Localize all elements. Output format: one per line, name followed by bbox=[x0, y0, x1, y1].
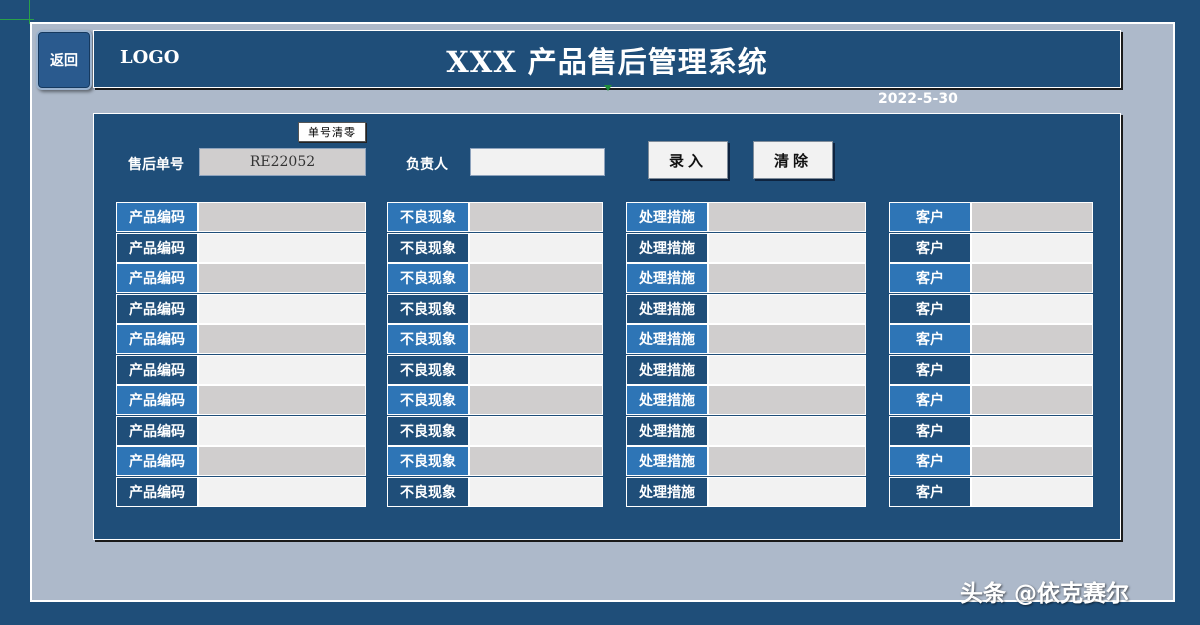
action-label: 处理措施 bbox=[626, 415, 708, 446]
action-input[interactable] bbox=[708, 293, 866, 324]
action-label: 处理措施 bbox=[626, 476, 708, 507]
product-code-label: 产品编码 bbox=[116, 324, 198, 354]
action-label: 处理措施 bbox=[626, 232, 708, 263]
product-code-label: 产品编码 bbox=[116, 476, 198, 507]
defect-label: 不良现象 bbox=[387, 232, 469, 263]
customer-input[interactable] bbox=[971, 232, 1093, 263]
action-label: 处理措施 bbox=[626, 202, 708, 232]
customer-label: 客户 bbox=[889, 476, 971, 507]
defect-label: 不良现象 bbox=[387, 476, 469, 507]
form-panel: 单号清零 售后单号 负责人 录入 清除 产品编码产品编码产品编码产品编码产品编码… bbox=[93, 113, 1121, 540]
product-code-label: 产品编码 bbox=[116, 354, 198, 385]
customer-label: 客户 bbox=[889, 354, 971, 385]
defect-input[interactable] bbox=[469, 476, 603, 507]
defect-input[interactable] bbox=[469, 202, 603, 232]
owner-label: 负责人 bbox=[406, 157, 448, 173]
product-code-input[interactable] bbox=[198, 385, 366, 415]
product-code-label: 产品编码 bbox=[116, 263, 198, 293]
defect-input[interactable] bbox=[469, 446, 603, 476]
product-code-input[interactable] bbox=[198, 446, 366, 476]
customer-input[interactable] bbox=[971, 263, 1093, 293]
product-code-label: 产品编码 bbox=[116, 415, 198, 446]
product-code-input[interactable] bbox=[198, 354, 366, 385]
reset-order-number-button[interactable]: 单号清零 bbox=[298, 122, 366, 142]
page-title: XXX 产品售后管理系统 bbox=[446, 45, 768, 79]
action-input[interactable] bbox=[708, 415, 866, 446]
cell-marker-icon bbox=[604, 85, 612, 91]
defect-label: 不良现象 bbox=[387, 293, 469, 324]
order-number-input[interactable] bbox=[199, 148, 366, 176]
defect-label: 不良现象 bbox=[387, 415, 469, 446]
action-input[interactable] bbox=[708, 263, 866, 293]
product-code-input[interactable] bbox=[198, 324, 366, 354]
action-input[interactable] bbox=[708, 354, 866, 385]
action-input[interactable] bbox=[708, 232, 866, 263]
customer-input[interactable] bbox=[971, 385, 1093, 415]
customer-label: 客户 bbox=[889, 263, 971, 293]
action-label: 处理措施 bbox=[626, 354, 708, 385]
back-button[interactable]: 返回 bbox=[36, 30, 92, 90]
customer-input[interactable] bbox=[971, 324, 1093, 354]
order-number-label: 售后单号 bbox=[128, 157, 184, 173]
action-input[interactable] bbox=[708, 202, 866, 232]
action-input[interactable] bbox=[708, 446, 866, 476]
product-code-input[interactable] bbox=[198, 263, 366, 293]
product-code-label: 产品编码 bbox=[116, 202, 198, 232]
date-display: 2022-5-30 bbox=[878, 91, 958, 107]
corner-crosshair-vertical bbox=[29, 0, 30, 24]
product-code-label: 产品编码 bbox=[116, 385, 198, 415]
defect-label: 不良现象 bbox=[387, 385, 469, 415]
defect-label: 不良现象 bbox=[387, 354, 469, 385]
customer-label: 客户 bbox=[889, 446, 971, 476]
customer-input[interactable] bbox=[971, 415, 1093, 446]
action-input[interactable] bbox=[708, 324, 866, 354]
customer-input[interactable] bbox=[971, 293, 1093, 324]
product-code-input[interactable] bbox=[198, 293, 366, 324]
submit-button[interactable]: 录入 bbox=[648, 141, 728, 179]
defect-input[interactable] bbox=[469, 385, 603, 415]
defect-input[interactable] bbox=[469, 324, 603, 354]
defect-input[interactable] bbox=[469, 263, 603, 293]
action-input[interactable] bbox=[708, 476, 866, 507]
action-label: 处理措施 bbox=[626, 446, 708, 476]
defect-label: 不良现象 bbox=[387, 324, 469, 354]
defect-input[interactable] bbox=[469, 415, 603, 446]
clear-button[interactable]: 清除 bbox=[753, 141, 833, 179]
customer-input[interactable] bbox=[971, 446, 1093, 476]
action-label: 处理措施 bbox=[626, 293, 708, 324]
action-input[interactable] bbox=[708, 385, 866, 415]
action-label: 处理措施 bbox=[626, 263, 708, 293]
customer-label: 客户 bbox=[889, 202, 971, 232]
product-code-label: 产品编码 bbox=[116, 446, 198, 476]
customer-label: 客户 bbox=[889, 415, 971, 446]
action-label: 处理措施 bbox=[626, 324, 708, 354]
customer-input[interactable] bbox=[971, 476, 1093, 507]
defect-input[interactable] bbox=[469, 293, 603, 324]
customer-label: 客户 bbox=[889, 293, 971, 324]
title-bar: LOGO XXX 产品售后管理系统 bbox=[93, 30, 1121, 88]
owner-input[interactable] bbox=[470, 148, 605, 176]
defect-label: 不良现象 bbox=[387, 446, 469, 476]
defect-label: 不良现象 bbox=[387, 263, 469, 293]
product-code-input[interactable] bbox=[198, 202, 366, 232]
defect-input[interactable] bbox=[469, 354, 603, 385]
customer-input[interactable] bbox=[971, 202, 1093, 232]
customer-label: 客户 bbox=[889, 385, 971, 415]
product-code-input[interactable] bbox=[198, 232, 366, 263]
product-code-input[interactable] bbox=[198, 415, 366, 446]
customer-input[interactable] bbox=[971, 354, 1093, 385]
action-label: 处理措施 bbox=[626, 385, 708, 415]
customer-label: 客户 bbox=[889, 324, 971, 354]
product-code-label: 产品编码 bbox=[116, 293, 198, 324]
defect-label: 不良现象 bbox=[387, 202, 469, 232]
product-code-input[interactable] bbox=[198, 476, 366, 507]
defect-input[interactable] bbox=[469, 232, 603, 263]
watermark: 头条 @依克赛尔 bbox=[960, 581, 1130, 607]
customer-label: 客户 bbox=[889, 232, 971, 263]
product-code-label: 产品编码 bbox=[116, 232, 198, 263]
